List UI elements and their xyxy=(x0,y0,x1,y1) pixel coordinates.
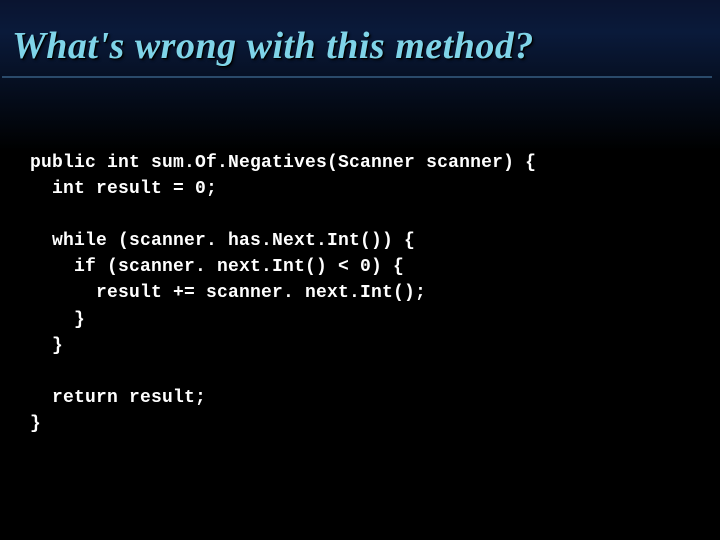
code-block: public int sum.Of.Negatives(Scanner scan… xyxy=(0,78,720,437)
slide-title: What's wrong with this method? xyxy=(2,0,712,78)
